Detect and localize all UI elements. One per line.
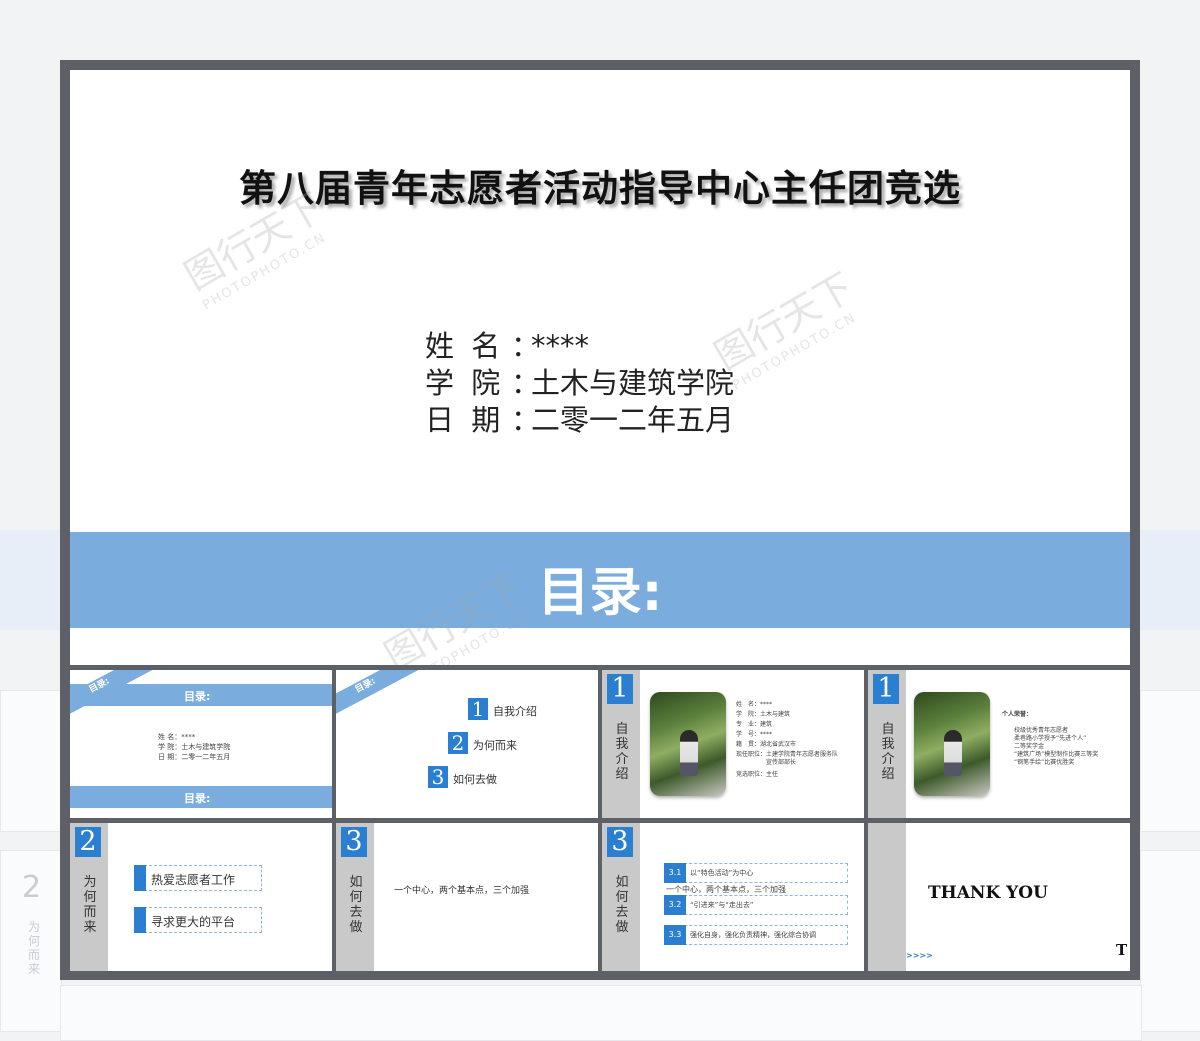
date-row: 日 期：二零一二年五月 bbox=[425, 402, 734, 439]
slide-thumbnail-2[interactable]: 目录: 1 自我介绍 2 为何而来 3 如何去做 bbox=[336, 670, 598, 818]
toc-item: 自我介绍 bbox=[493, 705, 537, 718]
slide-thumbnail-5[interactable]: 2 为何而来 热爱志愿者工作 寻求更大的平台 bbox=[70, 823, 332, 971]
name-label: 姓 名 bbox=[425, 329, 505, 363]
background-band-left bbox=[0, 530, 60, 630]
thumb-band-label: 目录: bbox=[184, 690, 211, 703]
section-number: 2 bbox=[75, 827, 101, 857]
background-slide bbox=[60, 985, 1142, 1041]
profile-line: 专 业：建筑 bbox=[736, 721, 773, 728]
thumb-info-line: 姓 名：**** bbox=[158, 733, 196, 741]
thumb-info-line: 学 院：土木与建筑学院 bbox=[158, 743, 231, 751]
background-ghost-number: 2 bbox=[22, 870, 42, 905]
profile-line: 姓 名：**** bbox=[736, 701, 773, 708]
name-row: 姓 名：**** bbox=[425, 328, 734, 365]
profile-line: 宣传部部长 bbox=[736, 759, 797, 766]
plan-number: 3.3 bbox=[664, 925, 686, 945]
background-slide bbox=[1140, 690, 1200, 832]
section-number: 1 bbox=[873, 674, 899, 704]
slide-overview-frame: 第八届青年志愿者活动指导中心主任团竞选 姓 名：**** 学 院：土木与建筑学院… bbox=[60, 60, 1140, 980]
section-side-label: 自我介绍 bbox=[615, 722, 629, 782]
reason-item: 寻求更大的平台 bbox=[151, 915, 236, 929]
college-label: 学 院 bbox=[425, 366, 505, 400]
honors-line: “钢笔手绘”比赛优胜奖 bbox=[1014, 759, 1075, 766]
slide-title: 第八届青年志愿者活动指导中心主任团竞选 bbox=[239, 167, 961, 210]
background-ghost-side-text: 为何而来 bbox=[28, 920, 41, 976]
profile-line: 籍 贯：湖北省武汉市 bbox=[736, 741, 797, 748]
section-side-label: 自我介绍 bbox=[881, 722, 895, 782]
toc-number: 2 bbox=[448, 732, 468, 754]
date-label: 日 期 bbox=[425, 403, 505, 437]
partial-letter: T bbox=[1116, 941, 1128, 959]
college-row: 学 院：土木与建筑学院 bbox=[425, 365, 734, 402]
profile-line: 学 号：**** bbox=[736, 731, 773, 738]
thumb-info-line: 日 期：二零一二年五月 bbox=[158, 753, 231, 761]
toc-item: 为何而来 bbox=[473, 739, 517, 752]
plan-overlay-text: 一个中心，两个基本点，三个加强 bbox=[666, 885, 786, 894]
plan-summary: 一个中心，两个基本点，三个加强 bbox=[394, 886, 530, 896]
slide-thumbnail-7[interactable]: 3 如何去做 3.1 以“特色活动”为中心 一个中心，两个基本点，三个加强 3.… bbox=[602, 823, 864, 971]
reason-item: 热爱志愿者工作 bbox=[151, 873, 236, 887]
plan-item: 强化自身，强化负责精神，强化综合协调 bbox=[690, 931, 816, 939]
slide-thumbnail-3[interactable]: 1 自我介绍 姓 名：**** 学 院：土木与建筑 专 业：建筑 学 号：***… bbox=[602, 670, 864, 818]
thumb-corner-ribbon bbox=[336, 670, 424, 719]
slide-thumbnail-4[interactable]: 1 自我介绍 个人荣誉： 校级优秀青年志愿者 柔巷路小学授予“先进个人” 二等奖… bbox=[868, 670, 1130, 818]
section-side-label: 如何去做 bbox=[349, 875, 363, 935]
name-value: **** bbox=[531, 329, 589, 363]
presenter-info: 姓 名：**** 学 院：土木与建筑学院 日 期：二零一二年五月 bbox=[425, 328, 734, 439]
toc-number: 3 bbox=[428, 766, 448, 788]
colon: ： bbox=[511, 403, 541, 437]
arrows-icon: >>>> bbox=[906, 951, 933, 960]
slide-thumbnail-1[interactable]: 目录: 目录: 姓 名：**** 学 院：土木与建筑学院 日 期：二零一二年五月… bbox=[70, 670, 332, 818]
profile-line: 学 院：土木与建筑 bbox=[736, 711, 791, 718]
thumb-side-bar bbox=[868, 823, 906, 971]
watermark: 图行天下 PHOTOPHOTO.CN bbox=[703, 257, 870, 393]
college-value: 土木与建筑学院 bbox=[531, 366, 735, 400]
background-slide bbox=[0, 690, 62, 832]
plan-number: 3.1 bbox=[664, 863, 686, 883]
plan-number: 3.2 bbox=[664, 895, 686, 915]
reason-marker bbox=[134, 907, 146, 933]
slide-thumbnail-8[interactable]: THANK YOU >>>> T bbox=[868, 823, 1130, 971]
section-number: 3 bbox=[607, 827, 633, 857]
thank-you-text: THANK YOU bbox=[928, 883, 1048, 903]
background-slide bbox=[1140, 850, 1200, 1032]
reason-marker bbox=[134, 865, 146, 891]
section-number: 3 bbox=[341, 827, 367, 857]
honors-heading: 个人荣誉： bbox=[1002, 711, 1033, 718]
toc-number: 1 bbox=[468, 698, 488, 720]
toc-band: 目录: bbox=[70, 532, 1130, 628]
colon: ： bbox=[511, 366, 541, 400]
section-number: 1 bbox=[607, 674, 633, 704]
plan-item: “引进来”与“走出去” bbox=[690, 901, 754, 909]
toc-item: 如何去做 bbox=[453, 773, 497, 786]
background-band-right bbox=[1140, 530, 1200, 630]
date-value: 二零一二年五月 bbox=[531, 403, 735, 437]
profile-photo-figure bbox=[680, 730, 698, 776]
toc-heading: 目录: bbox=[537, 563, 663, 623]
slide-thumbnail-6[interactable]: 3 如何去做 一个中心，两个基本点，三个加强 bbox=[336, 823, 598, 971]
section-side-label: 为何而来 bbox=[83, 875, 97, 935]
colon: ： bbox=[511, 329, 541, 363]
thumb-band-label: 目录: bbox=[184, 792, 211, 805]
plan-item: 以“特色活动”为中心 bbox=[690, 869, 754, 877]
section-side-label: 如何去做 bbox=[615, 875, 629, 935]
profile-photo-figure bbox=[944, 730, 962, 776]
profile-line: 竞选职位：主任 bbox=[736, 771, 779, 778]
title-slide[interactable]: 第八届青年志愿者活动指导中心主任团竞选 姓 名：**** 学 院：土木与建筑学院… bbox=[70, 70, 1130, 665]
